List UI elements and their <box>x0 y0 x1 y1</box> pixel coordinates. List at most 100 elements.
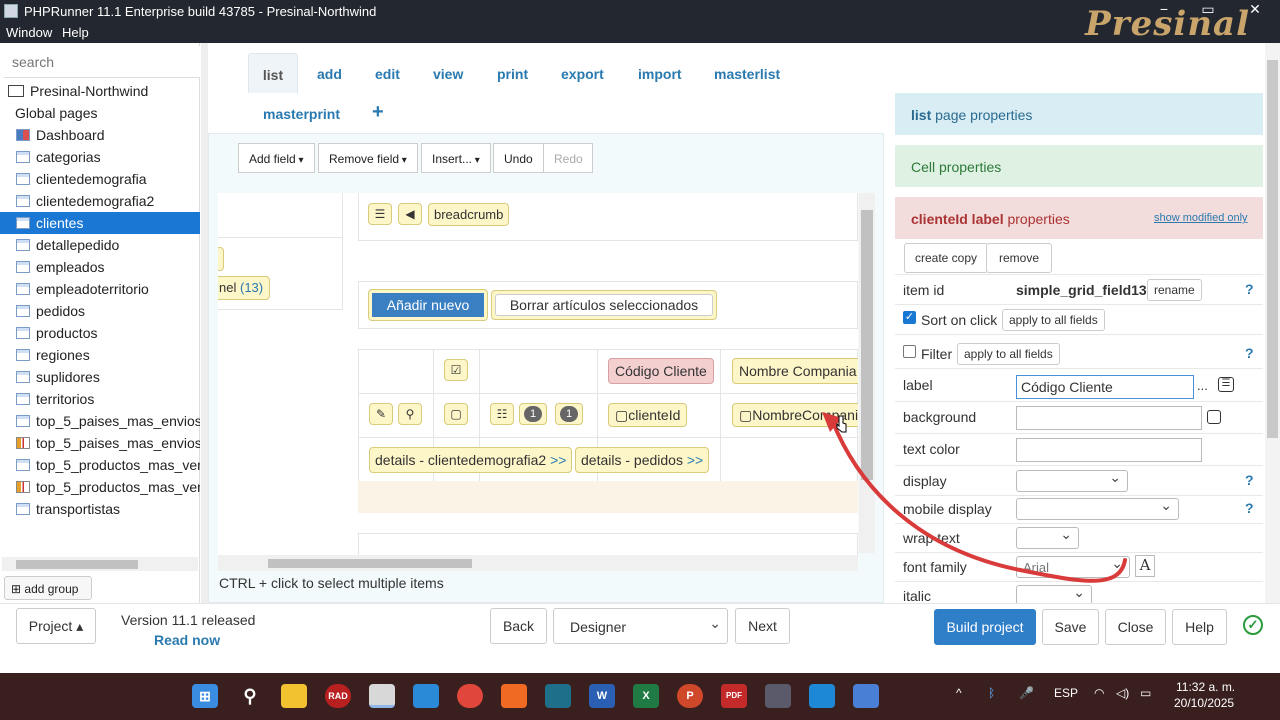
wifi-icon[interactable]: ◠ <box>1094 686 1104 700</box>
close-button[interactable]: Close <box>1105 609 1166 645</box>
word-icon[interactable]: W <box>589 684 615 708</box>
tab-list[interactable]: list <box>248 53 298 93</box>
microphone-icon[interactable]: 🎤 <box>1019 686 1034 700</box>
sidebar-item[interactable]: transportistas <box>0 498 200 520</box>
remove-field-button[interactable]: Remove field <box>318 143 418 173</box>
next-button[interactable]: Next <box>735 608 790 644</box>
input-language[interactable]: ESP <box>1054 686 1078 700</box>
props-scroll-thumb[interactable] <box>1267 60 1278 438</box>
tab-masterprint[interactable]: masterprint <box>263 106 340 122</box>
sidebar-item[interactable]: productos <box>0 322 200 344</box>
translate-icon[interactable]: ☰ <box>1218 377 1234 392</box>
sidebar-item[interactable]: clientedemografia <box>0 168 200 190</box>
undo-button[interactable]: Undo <box>493 143 544 173</box>
details-pedidos[interactable]: details - pedidos >> <box>575 447 710 473</box>
field-clienteid[interactable]: ▢clienteId <box>608 403 688 427</box>
show-modified-only-link[interactable]: show modified only <box>1154 212 1248 224</box>
powerpoint-icon[interactable]: P <box>677 684 703 708</box>
create-copy-button[interactable]: create copy <box>904 243 989 273</box>
label-input[interactable] <box>1016 375 1194 399</box>
color-picker-icon[interactable] <box>1207 410 1221 424</box>
row-checkbox-icon[interactable]: ▢ <box>444 403 468 425</box>
sidebar-item[interactable]: top_5_productos_mas_ven <box>0 454 200 476</box>
delete-selected-wrapper[interactable]: Borrar artículos seleccionados <box>491 290 717 320</box>
details-clientedemografia2[interactable]: details - clientedemografia2 >> <box>369 447 573 473</box>
notepad-icon[interactable] <box>853 684 879 708</box>
add-new-button[interactable]: Añadir nuevo <box>368 289 488 321</box>
sidebar-item[interactable]: pedidos <box>0 300 200 322</box>
project-button[interactable]: Project ▴ <box>16 608 96 644</box>
vscode-icon[interactable] <box>413 684 439 708</box>
designer-hscroll-thumb[interactable] <box>268 559 472 568</box>
sidebar-item[interactable]: Dashboard <box>0 124 200 146</box>
sidebar-item[interactable]: categorias <box>0 146 200 168</box>
menu-window[interactable]: Window <box>6 25 52 40</box>
help-icon[interactable]: ? <box>1245 281 1254 297</box>
help-icon[interactable]: ? <box>1245 500 1254 516</box>
view-search-icon[interactable]: ⚲ <box>398 403 422 425</box>
rad-studio-icon[interactable]: RAD <box>325 684 351 708</box>
sidebar-item[interactable]: top_5_paises_mas_envios <box>0 432 200 454</box>
read-now-link[interactable]: Read now <box>154 632 220 648</box>
sidebar-item[interactable]: detallepedido <box>0 234 200 256</box>
taskbar-search-icon[interactable]: ⚲ <box>237 684 263 708</box>
battery-icon[interactable]: ▭ <box>1140 686 1151 700</box>
file-explorer-icon[interactable] <box>281 684 307 708</box>
tab-print[interactable]: print <box>497 66 528 82</box>
brave-icon[interactable] <box>501 684 527 708</box>
cell-properties[interactable]: Cell properties <box>895 145 1263 187</box>
add-group-button[interactable]: ⊞ add group <box>4 576 92 600</box>
list-page-properties[interactable]: list page properties <box>895 93 1263 135</box>
remote-desktop-icon[interactable] <box>809 684 835 708</box>
sidebar-item[interactable]: clientes <box>0 212 200 234</box>
tab-edit[interactable]: edit <box>375 66 400 82</box>
add-tab-icon[interactable]: + <box>372 101 384 124</box>
sidebar-item[interactable]: clientedemografia2 <box>0 190 200 212</box>
pdf-icon[interactable]: PDF <box>721 684 747 708</box>
sidebar-item[interactable]: Global pages <box>0 102 200 124</box>
badge-wrapper-1[interactable]: 1 <box>519 403 547 425</box>
sidebar-scroll-thumb[interactable] <box>16 560 138 569</box>
filter-apply-all-button[interactable]: apply to all fields <box>957 343 1060 365</box>
header-codigo-cliente[interactable]: Código Cliente <box>608 358 714 384</box>
badge-wrapper-2[interactable]: 1 <box>555 403 583 425</box>
tab-import[interactable]: import <box>638 66 682 82</box>
build-project-button[interactable]: Build project <box>934 609 1036 645</box>
windows-start-icon[interactable]: ⊞ <box>192 684 218 708</box>
splitter[interactable] <box>201 43 208 603</box>
terminal-icon[interactable] <box>545 684 571 708</box>
menu-help[interactable]: Help <box>62 25 89 40</box>
rename-button[interactable]: rename <box>1147 279 1202 301</box>
panel-count-badge[interactable]: nel (13) <box>218 276 271 300</box>
sidebar-item[interactable]: Presinal-Northwind <box>0 80 200 102</box>
chrome-icon[interactable] <box>457 684 483 708</box>
save-button[interactable]: Save <box>1042 609 1099 645</box>
sidebar-item[interactable]: territorios <box>0 388 200 410</box>
search-input[interactable] <box>4 46 200 78</box>
insert-button[interactable]: Insert... <box>421 143 491 173</box>
tab-masterlist[interactable]: masterlist <box>714 66 780 82</box>
sidebar-item[interactable]: top_5_productos_mas_ven <box>0 476 200 498</box>
sidebar-item[interactable]: regiones <box>0 344 200 366</box>
redo-button[interactable]: Redo <box>543 143 593 173</box>
help-icon[interactable]: ? <box>1245 472 1254 488</box>
ellipsis-button[interactable]: ... <box>1197 378 1208 393</box>
select-all-checkbox-icon[interactable]: ☑ <box>444 359 468 381</box>
calculator-icon[interactable] <box>765 684 791 708</box>
header-nombre-compania[interactable]: Nombre Compania <box>732 358 858 384</box>
help-button[interactable]: Help <box>1172 609 1227 645</box>
sidebar-item[interactable]: suplidores <box>0 366 200 388</box>
sort-checkbox[interactable]: ✓ <box>903 311 916 324</box>
help-icon[interactable]: ? <box>1245 345 1254 361</box>
back-button[interactable]: Back <box>490 608 547 644</box>
add-field-button[interactable]: Add field <box>238 143 315 173</box>
edit-pencil-icon[interactable]: ✎ <box>369 403 393 425</box>
tab-view[interactable]: view <box>433 66 463 82</box>
sort-apply-all-button[interactable]: apply to all fields <box>1002 309 1105 331</box>
volume-icon[interactable]: ◁) <box>1116 686 1129 700</box>
excel-icon[interactable]: X <box>633 684 659 708</box>
filter-checkbox[interactable] <box>903 345 916 358</box>
back-arrow-icon[interactable]: ◀ <box>398 203 422 225</box>
list-icon[interactable]: ☷ <box>490 403 514 425</box>
sidebar-item[interactable]: empleadoterritorio <box>0 278 200 300</box>
